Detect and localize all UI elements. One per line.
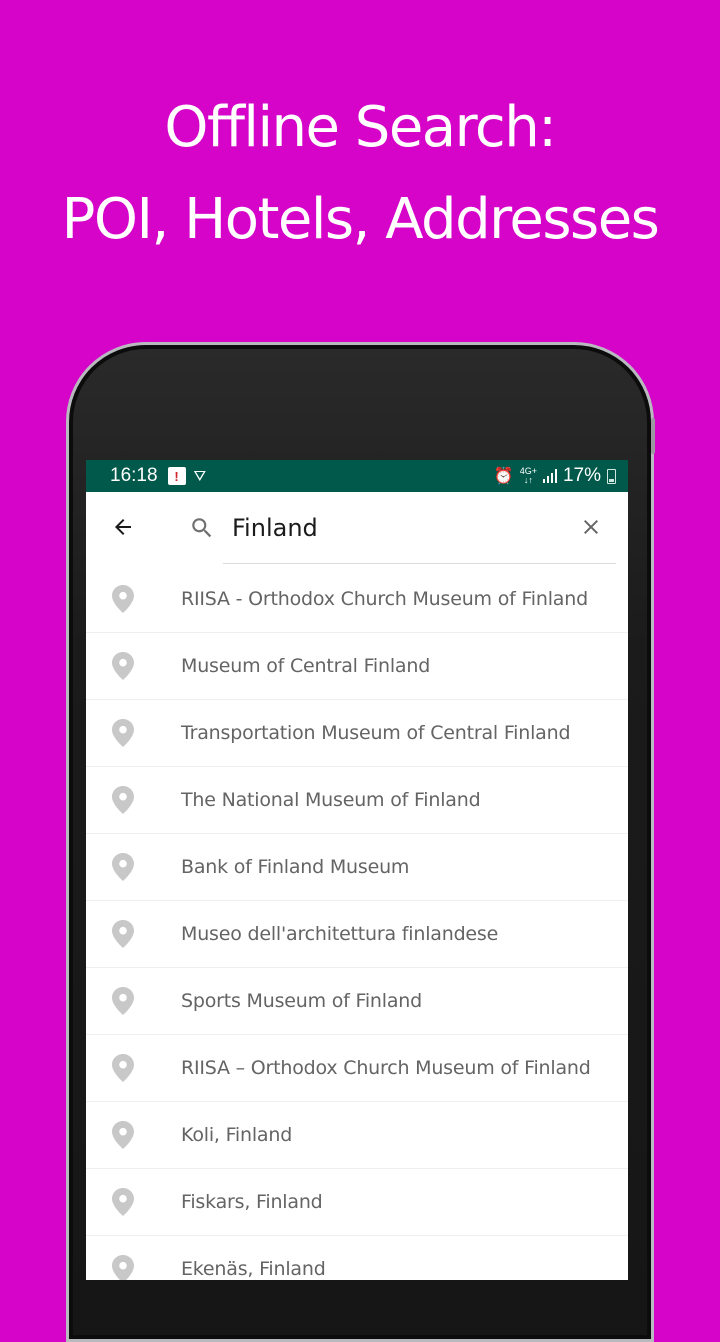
map-pin-icon <box>112 719 134 747</box>
signal-icon <box>542 469 557 483</box>
result-label: Ekenäs, Finland <box>181 1258 326 1280</box>
promo-line-2: POI, Hotels, Addresses <box>61 187 660 252</box>
result-label: Fiskars, Finland <box>181 1191 323 1213</box>
result-item[interactable]: Fiskars, Finland <box>86 1169 628 1236</box>
result-item[interactable]: Ekenäs, Finland <box>86 1236 628 1280</box>
notification-app-icon: ! <box>167 467 186 485</box>
result-item[interactable]: Bank of Finland Museum <box>86 834 628 901</box>
result-label: RIISA - Orthodox Church Museum of Finlan… <box>181 588 588 610</box>
search-bar <box>86 492 628 566</box>
network-type-icon: 4G+ ↓↑ <box>519 466 537 485</box>
search-input[interactable] <box>232 508 532 548</box>
result-item[interactable]: RIISA - Orthodox Church Museum of Finlan… <box>86 566 628 633</box>
status-bar: 16:18 ! ⛛ ⏰ 4G+ ↓↑ 17% <box>86 460 628 492</box>
result-item[interactable]: Museo dell'architettura finlandese <box>86 901 628 968</box>
map-pin-icon <box>112 1121 134 1149</box>
battery-charging-icon <box>607 468 616 484</box>
result-label: Bank of Finland Museum <box>181 856 410 878</box>
map-pin-icon <box>112 786 134 814</box>
result-label: RIISA – Orthodox Church Museum of Finlan… <box>181 1057 591 1079</box>
arrow-left-icon <box>115 519 131 535</box>
result-item[interactable]: Koli, Finland <box>86 1102 628 1169</box>
result-item[interactable]: The National Museum of Finland <box>86 767 628 834</box>
back-button[interactable] <box>108 512 138 542</box>
clear-search-button[interactable] <box>576 512 606 542</box>
phone-screen: 16:18 ! ⛛ ⏰ 4G+ ↓↑ 17% Finland RIISA - O… <box>86 460 628 1280</box>
promo-line-1: Offline Search: <box>164 95 557 160</box>
status-time: 16:18 <box>110 465 158 486</box>
close-icon <box>584 520 598 534</box>
alarm-icon: ⏰ <box>493 468 514 485</box>
result-item[interactable]: Museum of Central Finland <box>86 633 628 700</box>
map-pin-icon <box>112 585 134 613</box>
map-pin-icon <box>112 652 134 680</box>
result-item[interactable]: RIISA – Orthodox Church Museum of Finlan… <box>86 1035 628 1102</box>
result-label: Sports Museum of Finland <box>181 990 423 1012</box>
result-label: The National Museum of Finland <box>181 789 481 811</box>
map-pin-icon <box>112 920 134 948</box>
map-pin-icon <box>112 1188 134 1216</box>
search-underline <box>223 563 616 564</box>
result-label: Koli, Finland <box>181 1124 293 1146</box>
battery-percent: 17% <box>562 465 601 486</box>
results-list: RIISA - Orthodox Church Museum of Finlan… <box>86 566 628 1280</box>
result-label: Transportation Museum of Central Finland <box>181 722 571 744</box>
phone-side-button <box>651 418 655 454</box>
magnifier-icon <box>192 518 212 538</box>
map-pin-icon <box>112 987 134 1015</box>
map-pin-icon <box>112 1054 134 1082</box>
result-label: Museum of Central Finland <box>181 655 431 677</box>
result-item[interactable]: Sports Museum of Finland <box>86 968 628 1035</box>
promo-headline: Offline Search: POI, Hotels, Addresses <box>0 82 720 266</box>
notification-vpn-icon: ⛛ <box>193 467 207 485</box>
map-pin-icon <box>112 1255 134 1280</box>
result-label: Museo dell'architettura finlandese <box>181 923 499 945</box>
result-item[interactable]: Transportation Museum of Central Finland <box>86 700 628 767</box>
map-pin-icon <box>112 853 134 881</box>
